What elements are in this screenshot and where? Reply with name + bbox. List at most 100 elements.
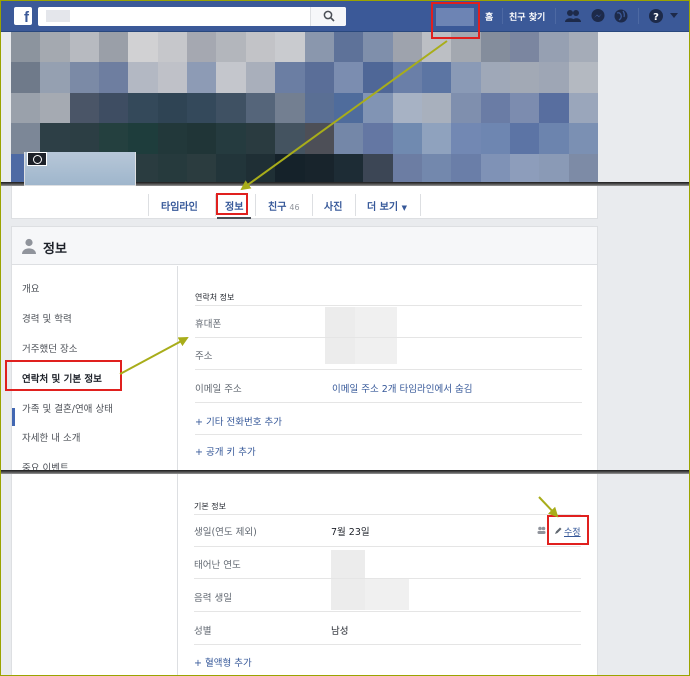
tab-divider [312, 194, 313, 216]
divider [194, 644, 581, 645]
svg-text:?: ? [653, 12, 659, 23]
cover-mosaic-tile [568, 123, 598, 154]
divider [195, 337, 582, 338]
cover-mosaic-tile [421, 153, 452, 184]
cover-mosaic-tile [392, 123, 422, 154]
cover-mosaic-tile [187, 92, 217, 124]
search-query-redacted [46, 10, 70, 22]
cover-mosaic-tile [363, 153, 393, 184]
home-link[interactable]: 홈 [485, 10, 493, 23]
birth-year-label: 태어난 연도 [194, 560, 241, 571]
cover-mosaic-tile [11, 62, 41, 93]
email-hidden-link[interactable]: 이메일 주소 2개 타임라인에서 숨김 [332, 381, 472, 395]
cover-mosaic-tile [451, 62, 481, 93]
cover-mosaic-tile [187, 123, 217, 154]
friends-count: 46 [289, 203, 300, 212]
sidebar-item-details[interactable]: 자세한 내 소개 [22, 430, 80, 444]
cover-mosaic-tile [333, 123, 364, 154]
cover-mosaic-tile [216, 153, 246, 184]
profile-picture[interactable] [24, 152, 136, 186]
find-friends-link[interactable]: 친구 찾기 [509, 10, 545, 23]
cover-mosaic-tile [480, 92, 510, 124]
redacted-value [355, 307, 397, 364]
divider [195, 369, 582, 370]
tab-timeline[interactable]: 타임라인 [161, 198, 198, 213]
tab-friends-label: 친구 [268, 202, 287, 213]
cover-mosaic-tile [392, 32, 422, 63]
cover-mosaic-tile [392, 153, 422, 184]
add-public-key-link[interactable]: + 공개 키 추가 [195, 444, 256, 458]
cover-mosaic-tile [451, 153, 481, 184]
cover-mosaic-tile [304, 153, 334, 184]
sidebar-item-work-education[interactable]: 경력 및 학력 [22, 311, 72, 325]
cover-mosaic-tile [157, 32, 188, 63]
audience-friends-icon[interactable] [537, 526, 546, 534]
cover-mosaic-tile [11, 32, 41, 63]
cover-mosaic-tile [99, 123, 129, 154]
cover-mosaic-tile [245, 123, 276, 154]
camera-icon[interactable] [27, 152, 47, 166]
cover-mosaic-tile [40, 32, 70, 63]
cover-mosaic-tile [509, 32, 540, 63]
highlight-box-edit [547, 515, 589, 545]
cover-mosaic-tile [363, 32, 393, 63]
cover-mosaic-tile [245, 92, 276, 124]
cover-mosaic-tile [539, 92, 569, 124]
tab-more[interactable]: 더 보기 ▼ [367, 198, 407, 213]
chevron-down-icon[interactable] [670, 13, 678, 19]
highlight-box-about-tab [216, 193, 248, 215]
sidebar-item-overview[interactable]: 개요 [22, 281, 39, 295]
sidebar-item-life-events[interactable]: 중요 이벤트 [22, 460, 69, 470]
tab-friends[interactable]: 친구 46 [268, 198, 300, 213]
cover-mosaic-tile [539, 32, 569, 63]
cover-mosaic-tile [363, 123, 393, 154]
highlight-box-profile [431, 2, 480, 39]
search-input[interactable] [38, 7, 346, 26]
cover-mosaic-tile [99, 92, 129, 124]
lunar-birthday-label: 음력 생일 [194, 593, 232, 604]
add-blood-type-link[interactable]: + 혈액형 추가 [194, 655, 252, 669]
cover-mosaic-tile [11, 123, 41, 154]
friends-requests-icon[interactable] [564, 8, 582, 24]
cover-mosaic-tile [40, 92, 70, 124]
messenger-icon[interactable] [590, 8, 606, 24]
cover-mosaic-tile [568, 32, 598, 63]
phone-label: 휴대폰 [195, 319, 222, 330]
cover-mosaic-tile [539, 123, 569, 154]
help-icon[interactable]: ? [648, 8, 664, 24]
add-phone-link[interactable]: + 기타 전화번호 추가 [195, 414, 282, 428]
sidebar-item-places[interactable]: 거주했던 장소 [22, 341, 77, 355]
cover-mosaic-tile [304, 32, 334, 63]
cover-mosaic-tile [421, 123, 452, 154]
cover-mosaic-tile [99, 32, 129, 63]
profile-tabs: 타임라인 정보 친구 46 사진 더 보기 ▼ [11, 186, 598, 219]
cover-mosaic-tile [245, 153, 276, 184]
redacted-value [331, 550, 365, 610]
cover-mosaic-tile [392, 62, 422, 93]
cover-mosaic-tile [69, 62, 100, 93]
cover-mosaic-tile [480, 153, 510, 184]
cover-mosaic-tile [245, 62, 276, 93]
cover-mosaic-tile [480, 62, 510, 93]
divider [194, 514, 581, 515]
cover-mosaic-tile [539, 153, 569, 184]
cover-mosaic-tile [333, 62, 364, 93]
tab-divider [420, 194, 421, 216]
search-button[interactable] [310, 7, 346, 26]
cover-mosaic-tile [275, 32, 305, 63]
tab-photos[interactable]: 사진 [324, 198, 342, 213]
cover-mosaic-tile [451, 123, 481, 154]
divider [194, 611, 581, 612]
about-title: 정보 [43, 242, 67, 257]
facebook-logo[interactable]: f [14, 7, 32, 26]
nav-divider [502, 8, 503, 24]
cover-mosaic-tile [275, 62, 305, 93]
search-icon [323, 10, 335, 22]
tab-divider [355, 194, 356, 216]
cover-mosaic-tile [509, 92, 540, 124]
globe-notifications-icon[interactable] [613, 8, 629, 24]
sidebar-item-family[interactable]: 가족 및 결혼/연애 상태 [22, 401, 113, 415]
redacted-value [325, 307, 355, 364]
caret-down-icon: ▼ [401, 204, 407, 212]
tab-divider [255, 194, 256, 216]
